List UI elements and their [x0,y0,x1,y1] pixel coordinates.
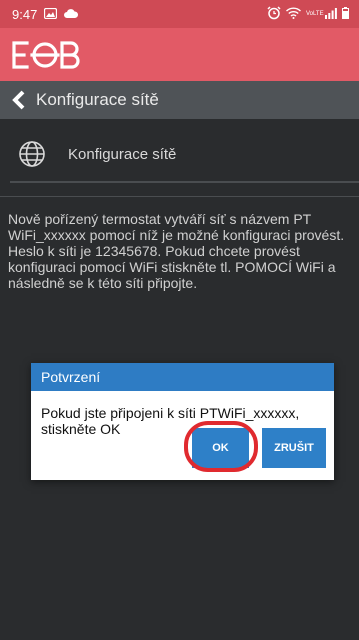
network-config-item[interactable]: Konfigurace sítě [18,131,348,177]
status-bar-right: VoLTE [267,5,349,23]
status-time: 9:47 [12,6,38,22]
instructions-text: Nově pořízený termostat vytváří síť s ná… [8,211,345,291]
network-config-label: Konfigurace sítě [68,145,177,163]
cloud-icon [64,7,79,22]
divider [0,196,359,197]
app-bar [0,28,359,81]
volte-label: VoLTE [306,11,324,17]
dialog-title: Potvrzení [31,363,334,391]
confirm-dialog: Potvrzení Pokud jste připojeni k síti PT… [31,363,334,480]
wifi-icon [286,6,301,22]
status-bar-left: 9:47 [12,6,79,22]
signal-icon [325,7,337,22]
ok-button[interactable]: OK [192,428,249,468]
page-title: Konfigurace sítě [36,90,159,109]
alarm-icon [267,5,281,23]
status-bar: 9:47 VoLTE [0,0,359,28]
battery-icon [342,6,349,22]
gallery-icon [44,7,58,22]
divider [10,181,359,183]
cancel-button[interactable]: ZRUŠIT [262,428,326,468]
back-button[interactable] [12,90,26,110]
globe-icon [19,141,45,167]
chevron-left-icon [12,90,25,110]
eob-logo [12,37,82,73]
title-bar: Konfigurace sítě [0,81,359,119]
